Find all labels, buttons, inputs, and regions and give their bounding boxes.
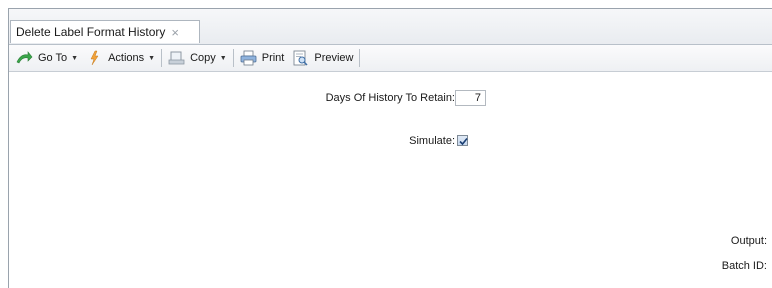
- close-icon[interactable]: ×: [171, 26, 179, 39]
- tab-strip: Delete Label Format History ×: [9, 9, 772, 45]
- batch-id-label: Batch ID:: [721, 260, 767, 272]
- toolbar-separator: [232, 49, 234, 67]
- tab-title: Delete Label Format History: [16, 25, 166, 39]
- copy-label: Copy: [190, 52, 216, 64]
- chevron-down-icon: ▼: [71, 54, 79, 62]
- print-label: Print: [261, 52, 285, 64]
- goto-arrow-icon: [16, 50, 33, 66]
- preview-button[interactable]: Preview: [288, 48, 357, 68]
- days-of-history-input[interactable]: 7: [455, 90, 486, 106]
- simulate-label: Simulate:: [409, 135, 455, 147]
- printer-icon: [240, 50, 257, 66]
- copy-icon: [168, 50, 185, 66]
- chevron-down-icon: ▼: [148, 54, 156, 62]
- tab-delete-label-format-history[interactable]: Delete Label Format History ×: [10, 20, 200, 43]
- days-of-history-label: Days Of History To Retain:: [325, 92, 455, 104]
- goto-button[interactable]: Go To ▼: [12, 48, 82, 68]
- simulate-checkbox[interactable]: [457, 135, 468, 146]
- chevron-down-icon: ▼: [219, 54, 227, 62]
- preview-icon: [292, 50, 309, 66]
- window-frame: Delete Label Format History × Go To ▼ Ac…: [8, 8, 772, 288]
- goto-label: Go To: [38, 52, 68, 64]
- toolbar-separator: [161, 49, 163, 67]
- toolbar: Go To ▼ Actions ▼ Copy ▼ Print Preview: [9, 45, 772, 72]
- lightning-icon: [86, 50, 103, 66]
- print-button[interactable]: Print: [236, 48, 289, 68]
- copy-button[interactable]: Copy ▼: [164, 48, 231, 68]
- preview-label: Preview: [314, 52, 354, 64]
- form-area: [9, 72, 772, 288]
- output-label: Output:: [730, 235, 767, 247]
- toolbar-separator: [359, 49, 361, 67]
- actions-button[interactable]: Actions ▼: [82, 48, 159, 68]
- actions-label: Actions: [108, 52, 145, 64]
